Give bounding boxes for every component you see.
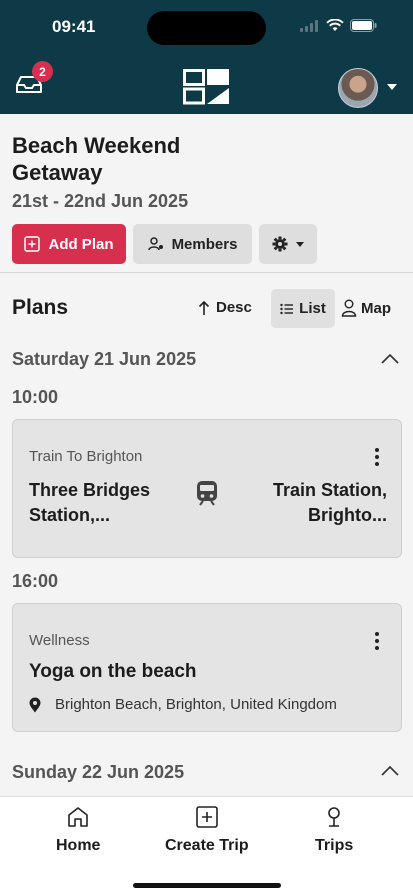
tab-home[interactable]: Home [56,805,100,855]
home-indicator [133,883,281,888]
sort-label: Desc [216,299,252,316]
signal-icon [300,19,318,32]
list-view-button[interactable]: List [271,289,335,328]
route-destination: Train Station, Brighto... [272,480,387,525]
tab-home-label: Home [56,837,101,854]
day-header-sunday[interactable]: Sunday 22 Jun 2025 [12,762,184,783]
dynamic-island [147,11,266,45]
app-header: 09:41 2 [0,0,413,114]
day-header-saturday[interactable]: Saturday 21 Jun 2025 [12,349,196,370]
person-icon [341,299,357,317]
divider [0,272,413,273]
notification-badge: 2 [32,61,53,82]
tab-create-trip-label: Create Trip [165,837,249,854]
train-icon [197,481,217,506]
trip-title: Beach Weekend Getaway [12,133,181,185]
map-view-label: Map [361,299,391,317]
nav-row: 2 [0,60,413,114]
plan-name: Yoga on the beach [29,661,197,682]
list-icon [280,303,294,314]
user-gear-icon [147,237,163,251]
map-view-button[interactable]: Map [341,299,391,317]
more-options-icon[interactable] [375,448,379,466]
chevron-up-icon[interactable] [381,765,399,777]
sort-toggle-button[interactable]: Desc [198,299,252,316]
location-pin-icon [328,807,340,827]
plus-square-icon [195,806,218,828]
more-options-icon[interactable] [375,632,379,650]
status-icons [300,19,377,32]
tab-create-trip[interactable]: Create Trip [165,805,249,855]
chevron-up-icon[interactable] [381,353,399,365]
members-label: Members [171,235,238,253]
plans-heading: Plans [12,296,69,319]
plan-location: Brighton Beach, Brighton, United Kingdom [29,696,337,713]
plan-card-wellness[interactable]: Wellness Yoga on the beach Brighton Beac… [12,603,402,732]
battery-icon [350,19,377,32]
plan-location-text: Brighton Beach, Brighton, United Kingdom [55,696,337,713]
app-logo [183,69,229,105]
arrow-up-icon [198,300,210,315]
status-bar: 09:41 [0,0,413,54]
time-label: 10:00 [12,387,59,407]
chevron-down-icon[interactable] [387,84,397,90]
list-view-label: List [299,300,326,317]
tab-trips-label: Trips [315,837,354,854]
members-button[interactable]: Members [133,224,252,264]
time-label: 16:00 [12,571,59,591]
bottom-tab-bar: Home Create Trip Trips [0,796,413,896]
wifi-icon [326,19,344,31]
route-origin: Three Bridges Station,... [29,480,151,525]
user-avatar[interactable] [338,68,378,108]
plus-square-icon [24,236,41,252]
add-plan-button[interactable]: Add Plan [12,224,126,264]
plan-category: Train To Brighton [29,448,143,465]
settings-dropdown-button[interactable] [259,224,317,264]
gear-icon [272,236,288,252]
home-icon [68,807,89,827]
add-plan-label: Add Plan [48,235,114,253]
plan-category: Wellness [29,632,90,649]
caret-down-icon [296,241,304,247]
tab-trips[interactable]: Trips [315,805,353,855]
trip-dates: 21st - 22nd Jun 2025 [12,191,189,211]
map-pin-icon [29,697,41,712]
status-time: 09:41 [52,17,96,36]
plan-card-train[interactable]: Train To Brighton Three Bridges Station,… [12,419,402,558]
